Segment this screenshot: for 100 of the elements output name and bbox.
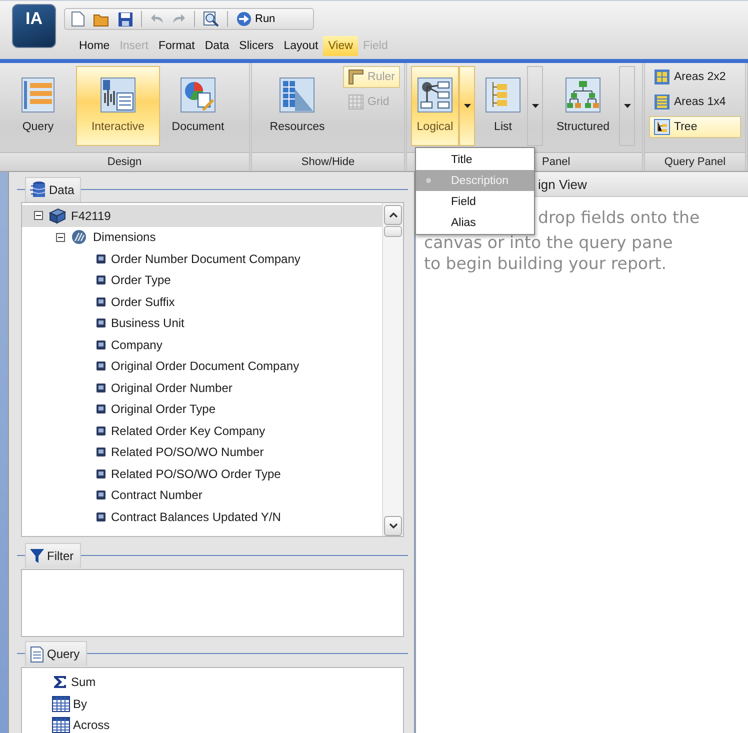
tree-item-label: Original Order Type <box>111 402 216 416</box>
run-button[interactable]: Run <box>236 11 276 27</box>
tree-row[interactable]: Dimensions <box>22 226 382 248</box>
ribbon-button[interactable]: Structured <box>547 66 619 146</box>
tree-item-label: Order Type <box>111 273 171 288</box>
ribbon-small-button[interactable]: Areas 1x4 <box>649 91 741 113</box>
collapse-icon <box>56 232 65 242</box>
open-button[interactable] <box>93 12 110 26</box>
tree-item-label: Original Order Document Company <box>111 359 300 374</box>
menu-tab[interactable]: Home <box>74 36 115 56</box>
menu-item[interactable]: Alias <box>416 212 534 233</box>
tree-row[interactable]: Contract Number <box>22 484 382 506</box>
scrollbar[interactable] <box>382 203 403 536</box>
layout-icon <box>654 94 670 110</box>
scroll-up-button[interactable] <box>384 205 402 225</box>
table-icon <box>279 77 316 113</box>
ribbon-button[interactable]: Logical <box>411 66 459 146</box>
magnifier-icon <box>203 11 219 27</box>
page-icon <box>71 11 85 27</box>
tree-item-label: Related Order Key Company <box>111 424 266 438</box>
group-label: Query Panel <box>645 152 745 171</box>
chart-document-icon <box>180 77 216 113</box>
ribbon-button[interactable]: Query <box>4 66 72 146</box>
tree-row[interactable]: Related PO/SO/WO Order Type <box>22 463 382 484</box>
hierarchy-icon <box>565 77 601 113</box>
field-icon <box>96 361 106 372</box>
undo-icon <box>150 13 164 25</box>
tree-item-label: Contract Balances Updated Y/N <box>111 510 281 524</box>
layout-icon <box>654 69 670 85</box>
list-icon <box>485 77 521 113</box>
tree-item-label: Business Unit <box>111 316 184 330</box>
filter-icon <box>30 548 44 564</box>
panel-title: Filter <box>47 549 74 564</box>
tree-item-label: Original Order Number <box>111 380 232 395</box>
report-icon <box>100 77 136 113</box>
database-icon <box>30 180 46 198</box>
field-icon <box>96 512 106 522</box>
diagram-icon <box>417 77 453 113</box>
redo-icon <box>172 13 186 25</box>
app-logo[interactable]: IA <box>12 4 56 48</box>
tree-item-label: Order Number Document Company <box>111 252 300 266</box>
scroll-down-button[interactable] <box>384 516 402 536</box>
ruler-icon <box>348 69 364 85</box>
collapse-button[interactable] <box>34 211 43 220</box>
tree-row[interactable]: Business Unit <box>22 312 382 334</box>
ribbon-button[interactable]: Resources <box>256 66 339 146</box>
scrollbar-thumb[interactable] <box>384 226 402 237</box>
field-icon <box>96 318 106 328</box>
chevron-up-icon <box>388 212 398 218</box>
tree-row[interactable]: Original Order Type <box>22 398 382 420</box>
menu-tab[interactable]: View <box>323 36 358 56</box>
ribbon-button[interactable]: Interactive <box>76 66 160 146</box>
tree-item-label: Related PO/SO/WO Number <box>111 445 264 460</box>
dimensions-icon <box>70 229 88 246</box>
tree-item-label: Contract Number <box>111 488 202 502</box>
menu-item[interactable]: Title <box>416 149 534 170</box>
menu-item[interactable]: Field <box>416 191 534 212</box>
tree-row[interactable]: Related Order Key Company <box>22 420 382 442</box>
collapse-button[interactable] <box>56 232 65 242</box>
tree-row[interactable]: Order Number Document Company <box>22 248 382 270</box>
tree-row[interactable]: Order Type <box>22 270 382 291</box>
menu-tab[interactable]: Format <box>153 36 200 56</box>
panel-title: Query <box>47 647 80 661</box>
new-button[interactable] <box>71 11 85 27</box>
field-icon <box>96 490 106 500</box>
grid-icon <box>52 696 70 712</box>
panel-title: Data <box>49 182 74 196</box>
tree-row[interactable]: Contract Balances Updated Y/N <box>22 506 382 528</box>
caret-icon <box>532 104 538 108</box>
preview-button[interactable] <box>203 11 219 27</box>
tree-item-label: Related PO/SO/WO Order Type <box>111 466 281 481</box>
ribbon-button[interactable]: Document <box>164 66 232 146</box>
tree-row[interactable]: F42119 <box>22 205 382 226</box>
query-item[interactable]: Sum <box>71 675 96 690</box>
hint-text: drop fields onto the <box>538 207 700 228</box>
field-icon <box>96 447 106 458</box>
menu-tab[interactable]: Slicers <box>234 36 279 56</box>
menu-tab[interactable]: Layout <box>278 36 324 56</box>
field-icon <box>96 404 106 414</box>
ribbon-small-button[interactable]: Areas 2x2 <box>649 66 741 88</box>
save-button[interactable] <box>118 12 133 26</box>
tree-row[interactable]: Company <box>22 334 382 356</box>
tree-row[interactable]: Original Order Document Company <box>22 356 382 377</box>
tree-row[interactable]: Related PO/SO/WO Number <box>22 442 382 463</box>
caret-icon <box>624 104 630 108</box>
list-icon <box>20 77 56 113</box>
field-icon <box>96 275 106 286</box>
ribbon-small-button[interactable]: Tree <box>649 116 741 138</box>
query-item[interactable]: By <box>73 696 88 711</box>
field-icon <box>96 382 106 393</box>
sigma-icon <box>52 674 68 690</box>
chevron-down-icon <box>388 522 398 529</box>
menu-tab[interactable]: Data <box>200 36 234 56</box>
tree-row[interactable]: Original Order Number <box>22 377 382 398</box>
tree-icon <box>654 119 670 135</box>
tree-row[interactable]: Order Suffix <box>22 291 382 312</box>
hint-text: canvas or into the query pane <box>424 232 673 253</box>
bullet-icon <box>426 178 431 183</box>
query-item[interactable]: Across <box>73 718 110 732</box>
ribbon-button[interactable]: List <box>479 66 527 146</box>
